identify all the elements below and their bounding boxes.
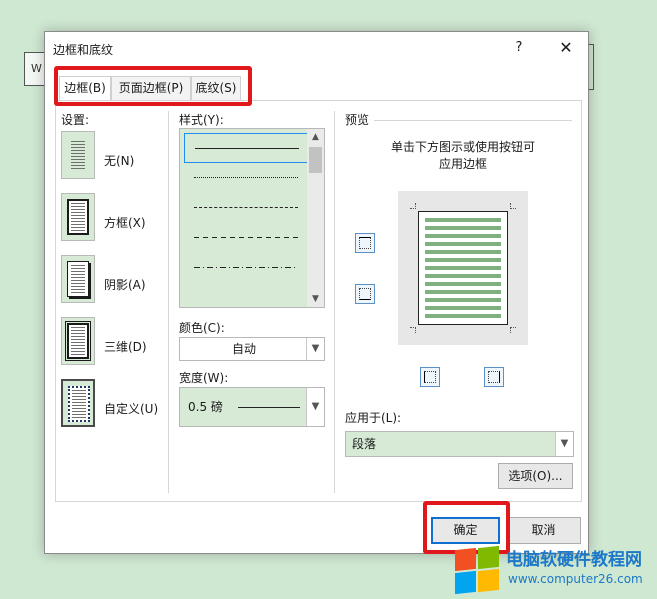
watermark-title: 电脑软硬件教程网: [506, 550, 642, 570]
preview-text-lines: [425, 218, 501, 318]
chevron-down-icon[interactable]: ▼: [306, 338, 324, 360]
setting-shadow-label[interactable]: 阴影(A): [104, 276, 146, 293]
scroll-up-icon[interactable]: ▲: [307, 129, 324, 145]
dialog-titlebar[interactable]: 边框和底纹 ? ✕: [45, 32, 588, 66]
color-dropdown[interactable]: 自动 ▼: [179, 337, 325, 361]
preview-label: 预览: [345, 113, 370, 127]
style-option-dashed-large[interactable]: [184, 223, 308, 253]
setting-shadow-lines: [71, 265, 85, 293]
width-dropdown[interactable]: 0.5 磅 ▼: [179, 387, 325, 427]
preview-area[interactable]: [398, 191, 528, 345]
corner-mark-icon: [410, 203, 416, 209]
style-line-solid: [195, 148, 299, 149]
preview-hint-line2: 应用边框: [438, 157, 487, 171]
setting-box-icon[interactable]: [61, 193, 95, 241]
corner-mark-icon: [410, 327, 416, 333]
top-border-icon: [359, 237, 371, 249]
setting-custom-icon[interactable]: [61, 379, 95, 427]
logo-blue-pane: [455, 570, 476, 595]
setting-3d-label[interactable]: 三维(D): [104, 338, 147, 355]
preview-page[interactable]: [418, 211, 508, 325]
setting-none-lines: [71, 141, 85, 169]
options-button[interactable]: 选项(O)...: [498, 463, 573, 489]
preview-hint-line1: 单击下方图示或使用按钮可: [390, 140, 535, 154]
setting-shadow-icon[interactable]: [61, 255, 95, 303]
corner-mark-icon: [510, 327, 516, 333]
preview-hint: 单击下方图示或使用按钮可 应用边框: [368, 139, 558, 173]
width-value: 0.5 磅: [188, 400, 223, 414]
separator-left: [168, 111, 169, 493]
setting-3d-icon[interactable]: [61, 317, 95, 365]
document-page-letter: W: [31, 62, 42, 75]
style-label: 样式(Y):: [179, 113, 224, 127]
logo-green-pane: [478, 545, 499, 570]
windows-logo-icon: [454, 545, 500, 595]
style-option-solid[interactable]: [184, 133, 308, 163]
setting-box-lines: [71, 203, 85, 231]
settings-label: 设置:: [61, 113, 90, 127]
style-line-dash-dot: [194, 267, 298, 268]
dialog-title: 边框和底纹: [53, 43, 114, 57]
bottom-border-button[interactable]: [355, 284, 375, 304]
close-button[interactable]: ✕: [555, 38, 577, 58]
color-value: 自动: [231, 342, 256, 356]
watermark-url: www.computer26.com: [508, 572, 643, 586]
top-border-button[interactable]: [355, 233, 375, 253]
setting-3d-lines: [71, 327, 85, 355]
style-line-dashed-large: [194, 237, 298, 238]
width-line-sample: [238, 407, 300, 408]
site-watermark: 电脑软硬件教程网 www.computer26.com: [452, 542, 657, 599]
corner-mark-icon: [510, 203, 516, 209]
separator-right: [334, 111, 335, 493]
setting-box-label[interactable]: 方框(X): [104, 214, 146, 231]
preview-rule: [374, 120, 572, 121]
bottom-border-icon: [359, 288, 371, 300]
logo-yellow-pane: [478, 568, 499, 593]
color-label: 颜色(C):: [179, 321, 225, 335]
scroll-thumb[interactable]: [309, 147, 322, 173]
chevron-down-icon[interactable]: ▼: [306, 388, 324, 426]
style-line-dashed-small: [194, 207, 298, 208]
scroll-down-icon[interactable]: ▼: [307, 291, 324, 307]
left-border-button[interactable]: [420, 367, 440, 387]
left-border-icon: [424, 371, 436, 383]
style-option-dashed-small[interactable]: [184, 193, 308, 223]
cancel-button[interactable]: 取消: [506, 517, 581, 544]
apply-to-label: 应用于(L):: [345, 411, 402, 425]
chevron-down-icon[interactable]: ▼: [555, 432, 573, 456]
help-button[interactable]: ?: [509, 38, 529, 58]
setting-none-label[interactable]: 无(N): [104, 152, 134, 169]
borders-tab-panel: 设置: 无(N) 方框(X) 阴影(A) 三维(D) 自定义(U) 样式(Y):: [55, 100, 582, 502]
right-border-icon: [488, 371, 500, 383]
style-line-dotted: [194, 177, 298, 178]
style-scrollbar[interactable]: ▲ ▼: [307, 129, 324, 307]
borders-and-shading-dialog: 边框和底纹 ? ✕ 边框(B) 页面边框(P) 底纹(S) 设置: 无(N) 方…: [44, 31, 589, 554]
setting-custom-lines: [72, 390, 86, 418]
tabs-highlight-annotation: [54, 66, 252, 106]
style-option-dotted[interactable]: [184, 163, 308, 193]
width-label: 宽度(W):: [179, 371, 229, 385]
setting-custom-label[interactable]: 自定义(U): [104, 400, 158, 417]
right-border-button[interactable]: [484, 367, 504, 387]
style-listbox[interactable]: ▲ ▼: [179, 128, 325, 308]
style-option-dash-dot[interactable]: [184, 253, 308, 283]
logo-red-pane: [455, 547, 476, 572]
apply-to-dropdown[interactable]: 段落 ▼: [345, 431, 574, 457]
setting-none-icon[interactable]: [61, 131, 95, 179]
apply-to-value: 段落: [352, 437, 377, 451]
